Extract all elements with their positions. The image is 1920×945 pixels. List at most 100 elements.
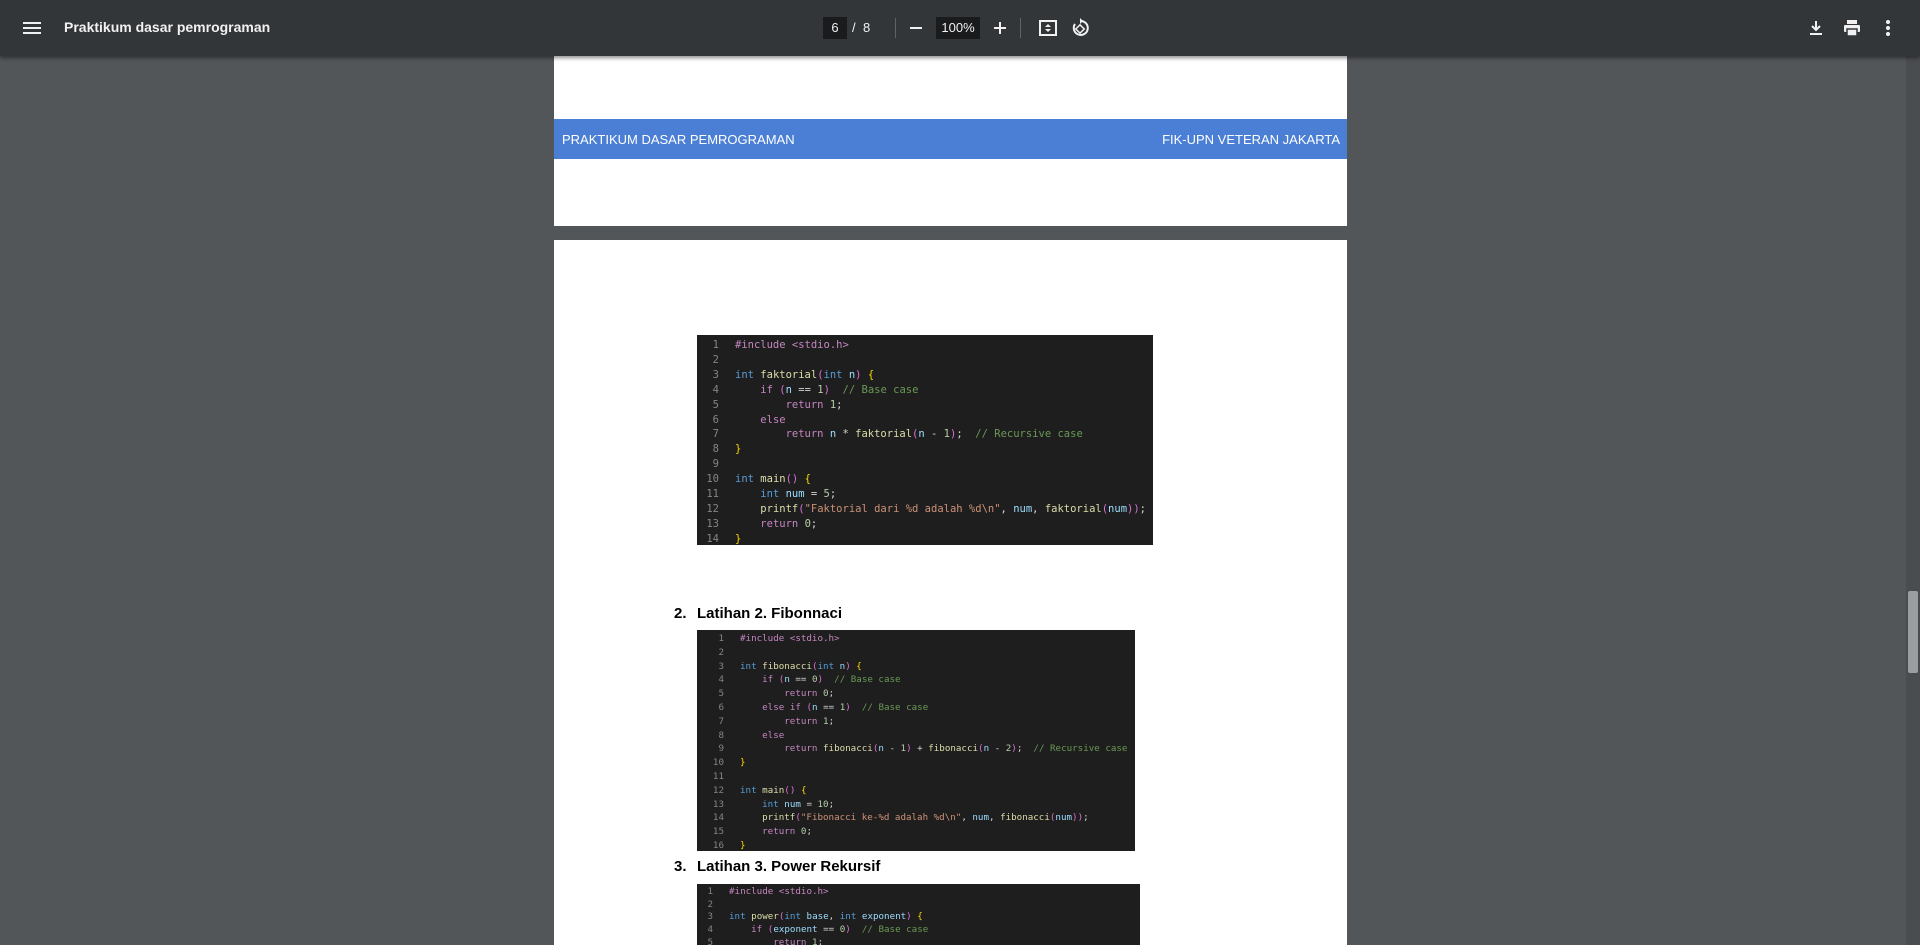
code-line: 16} [697, 839, 1135, 851]
code-line: 4 if (n == 1) // Base case [697, 383, 1153, 397]
code-text: int fibonacci(int n) { [740, 660, 862, 672]
vertical-scrollbar[interactable] [1906, 56, 1920, 945]
code-line: 6 else if (n == 1) // Base case [697, 701, 1135, 715]
code-line: 10 int main() { [697, 472, 1153, 486]
line-number: 6 [718, 702, 724, 713]
code-text: return n * faktorial(n - 1); // Recursiv… [785, 428, 1083, 441]
section-heading-power: 3. Latihan 3. Power Rekursif [674, 858, 880, 875]
code-text: int faktorial(int n) { [735, 368, 875, 381]
code-text: if (exponent == 0) // Base case [751, 924, 929, 936]
line-number: 2 [712, 353, 719, 366]
code-text: int power(int base, int exponent) { [729, 911, 923, 923]
code-text: return 0; [784, 688, 835, 700]
code-block-faktorial: 1 #include <stdio.h> 2 3 int faktorial(int n… [697, 335, 1153, 545]
code-line: 3 int faktorial(int n) { [697, 368, 1153, 382]
pdf-toolbar: Praktikum dasar pemrograman 6 / 8 100% [0, 0, 1920, 56]
line-number: 4 [707, 924, 713, 936]
line-number: 3 [712, 368, 719, 381]
line-number: 3 [718, 660, 724, 672]
zoom-out-icon[interactable] [904, 16, 928, 40]
line-number: 12 [712, 784, 724, 796]
line-number: 4 [718, 674, 724, 686]
toolbar-divider [1020, 18, 1021, 38]
pdf-page-6: 1 #include <stdio.h> 2 3 int faktorial(int n… [554, 240, 1347, 945]
menu-icon[interactable] [20, 16, 44, 40]
line-number: 14 [706, 532, 719, 545]
zoom-in-icon[interactable] [988, 16, 1012, 40]
section-title: Latihan 2. Fibonnaci [697, 605, 843, 622]
code-text: int main() { [740, 784, 807, 796]
code-text: return 1; [784, 715, 835, 727]
footer-left-text: PRAKTIKUM DASAR PEMROGRAMAN [562, 132, 795, 147]
line-number: 6 [712, 413, 719, 426]
scrollbar-thumb[interactable] [1908, 591, 1918, 673]
line-number: 9 [712, 458, 719, 471]
line-number: 11 [712, 771, 724, 782]
code-text: printf("Faktorial dari %d adalah %d\n", … [760, 502, 1146, 515]
code-line: 8} [697, 442, 1153, 456]
code-block-fibonacci: 1 #include <stdio.h> 2 3 int fibonacci(int n… [697, 630, 1135, 851]
section-heading-fibonacci: 2. Latihan 2. Fibonnaci [674, 605, 842, 622]
code-line: 7 return n * faktorial(n - 1); // Recurs… [697, 427, 1153, 441]
code-line: 6 else [697, 413, 1153, 427]
code-line: 5 return 1; [697, 937, 1140, 945]
line-number: 4 [712, 383, 719, 396]
rotate-icon[interactable] [1068, 16, 1092, 40]
line-number: 1 [712, 339, 719, 351]
code-text: if (n == 1) // Base case [760, 383, 919, 396]
code-text: #include <stdio.h> [735, 339, 849, 351]
code-line: 11 int num = 5; [697, 487, 1153, 501]
code-line: 15 return 0; [697, 825, 1135, 839]
fit-page-icon[interactable] [1036, 16, 1060, 40]
code-line: 7 return 1; [697, 715, 1135, 729]
document-title: Praktikum dasar pemrograman [64, 19, 271, 35]
line-number: 1 [707, 886, 713, 897]
code-line: 5 return 1; [697, 398, 1153, 412]
code-text: } [735, 443, 742, 456]
code-line: 8 else [697, 729, 1135, 743]
line-number: 5 [707, 936, 713, 945]
code-text: printf("Fibonacci ke-%d adalah %d\n", nu… [762, 812, 1089, 824]
download-icon[interactable] [1804, 16, 1828, 40]
code-line: 2 [697, 353, 1153, 367]
code-line: 10} [697, 756, 1135, 770]
code-text: return 1; [785, 398, 843, 411]
line-number: 7 [718, 715, 724, 727]
code-text: return fibonacci(n - 1) + fibonacci(n - … [784, 743, 1128, 755]
line-number: 2 [707, 898, 713, 910]
code-text: int main() { [735, 473, 811, 486]
line-number: 7 [712, 428, 719, 441]
code-line: 9 [697, 457, 1153, 471]
page-separator: / [852, 20, 856, 35]
print-icon[interactable] [1840, 16, 1864, 40]
code-line: 11 [697, 770, 1135, 784]
zoom-level-input[interactable]: 100% [936, 17, 980, 39]
current-page-input[interactable]: 6 [823, 17, 847, 39]
code-line: 13 int num = 10; [697, 798, 1135, 812]
line-number: 11 [706, 488, 719, 500]
line-number: 13 [712, 798, 724, 810]
section-number: 2. [674, 605, 687, 622]
total-pages: 8 [863, 20, 871, 35]
code-text: } [740, 840, 746, 851]
more-vert-icon[interactable] [1876, 16, 1900, 40]
code-text: int num = 10; [762, 798, 835, 810]
line-number: 12 [706, 502, 719, 515]
line-number: 5 [718, 688, 724, 700]
code-block-power: 1 #include <stdio.h> 2 3 int power(int base,… [697, 884, 1140, 945]
section-number: 3. [674, 858, 687, 875]
line-number: 8 [718, 729, 724, 741]
line-number: 10 [712, 757, 724, 769]
line-number: 8 [712, 443, 719, 456]
footer-right-text: FIK-UPN VETERAN JAKARTA [1162, 132, 1340, 147]
line-number: 13 [706, 517, 719, 530]
code-line: 12 int main() { [697, 784, 1135, 798]
code-text: else [762, 729, 785, 741]
line-number: 9 [718, 743, 724, 755]
line-number: 5 [712, 398, 719, 411]
page-footer: PRAKTIKUM DASAR PEMROGRAMAN FIK-UPN VETE… [554, 119, 1347, 159]
code-line: 13 return 0; [697, 517, 1153, 531]
code-line: 2 [697, 646, 1135, 660]
code-text: int num = 5; [760, 488, 837, 500]
code-text: return 1; [773, 936, 824, 945]
